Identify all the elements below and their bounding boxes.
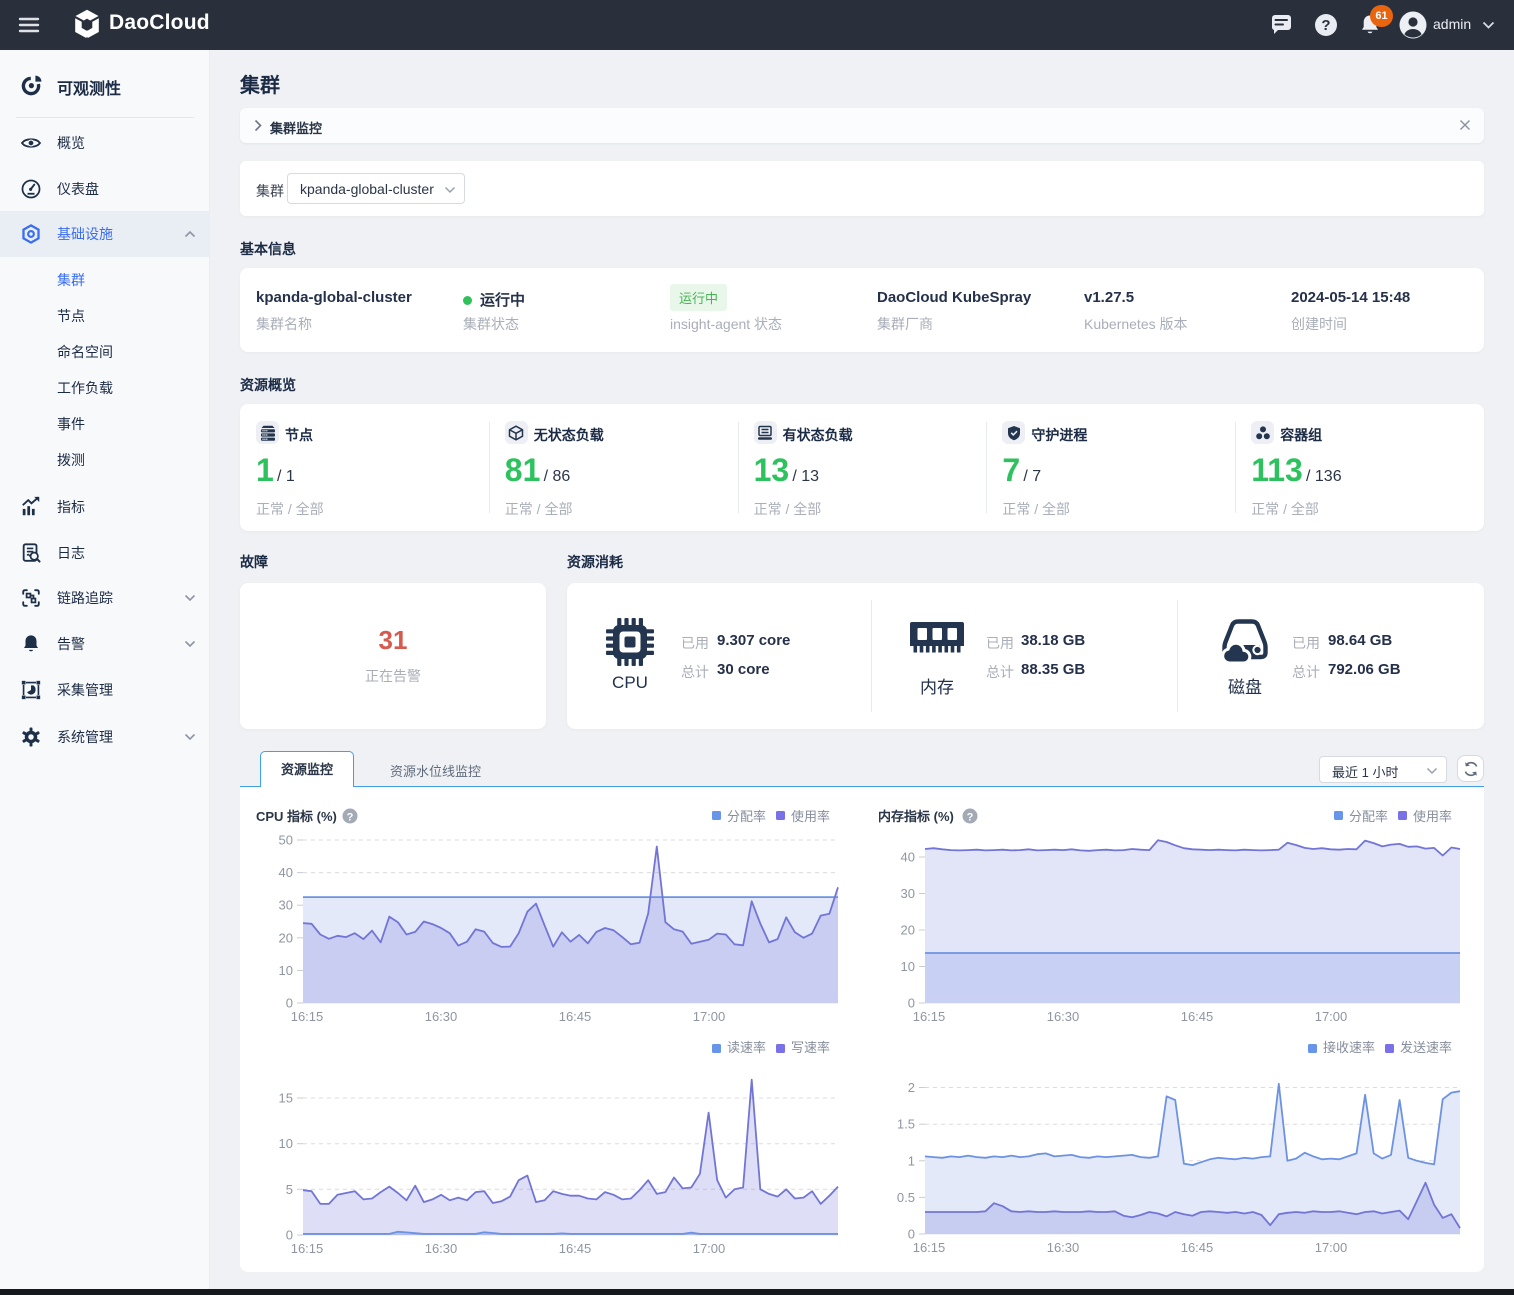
- svg-text:30: 30: [901, 886, 915, 901]
- svg-text:使用率: 使用率: [1413, 809, 1452, 824]
- svg-text:16:30: 16:30: [425, 1241, 458, 1256]
- svg-text:20: 20: [901, 923, 915, 938]
- svg-text:17:00: 17:00: [693, 1009, 726, 1024]
- svg-text:17:00: 17:00: [693, 1241, 726, 1256]
- svg-text:?: ?: [967, 812, 974, 824]
- svg-text:分配率: 分配率: [1349, 809, 1388, 824]
- svg-text:读速率: 读速率: [727, 1040, 766, 1055]
- svg-text:1: 1: [908, 1153, 915, 1168]
- svg-text:CPU 指标 (%): CPU 指标 (%): [256, 809, 337, 824]
- svg-text:2: 2: [908, 1080, 915, 1095]
- svg-text:16:15: 16:15: [291, 1241, 324, 1256]
- svg-text:0.5: 0.5: [897, 1190, 915, 1205]
- svg-text:30: 30: [279, 898, 293, 913]
- svg-text:17:00: 17:00: [1315, 1009, 1348, 1024]
- svg-text:16:45: 16:45: [1181, 1009, 1214, 1024]
- svg-text:使用率: 使用率: [791, 809, 830, 824]
- svg-text:10: 10: [901, 959, 915, 974]
- svg-text:15: 15: [279, 1091, 293, 1106]
- svg-text:16:30: 16:30: [425, 1009, 458, 1024]
- svg-text:10: 10: [279, 1136, 293, 1151]
- svg-text:分配率: 分配率: [727, 809, 766, 824]
- svg-text:40: 40: [901, 850, 915, 865]
- svg-text:5: 5: [286, 1182, 293, 1197]
- svg-text:16:15: 16:15: [913, 1009, 946, 1024]
- svg-text:内存指标 (%): 内存指标 (%): [878, 809, 954, 824]
- svg-text:16:15: 16:15: [291, 1009, 324, 1024]
- svg-text:17:00: 17:00: [1315, 1240, 1348, 1255]
- svg-text:1.5: 1.5: [897, 1117, 915, 1132]
- svg-text:16:45: 16:45: [1181, 1240, 1214, 1255]
- svg-text:40: 40: [279, 865, 293, 880]
- svg-text:50: 50: [279, 833, 293, 848]
- svg-text:16:30: 16:30: [1047, 1240, 1080, 1255]
- svg-text:16:45: 16:45: [559, 1241, 592, 1256]
- svg-text:20: 20: [279, 930, 293, 945]
- svg-text:16:15: 16:15: [913, 1240, 946, 1255]
- svg-text:接收速率: 接收速率: [1323, 1040, 1375, 1055]
- svg-text:16:45: 16:45: [559, 1009, 592, 1024]
- svg-text:发送速率: 发送速率: [1400, 1040, 1452, 1055]
- svg-text:16:30: 16:30: [1047, 1009, 1080, 1024]
- svg-text:?: ?: [1321, 17, 1330, 34]
- svg-text:?: ?: [347, 812, 354, 824]
- svg-text:10: 10: [279, 963, 293, 978]
- svg-text:写速率: 写速率: [791, 1040, 830, 1055]
